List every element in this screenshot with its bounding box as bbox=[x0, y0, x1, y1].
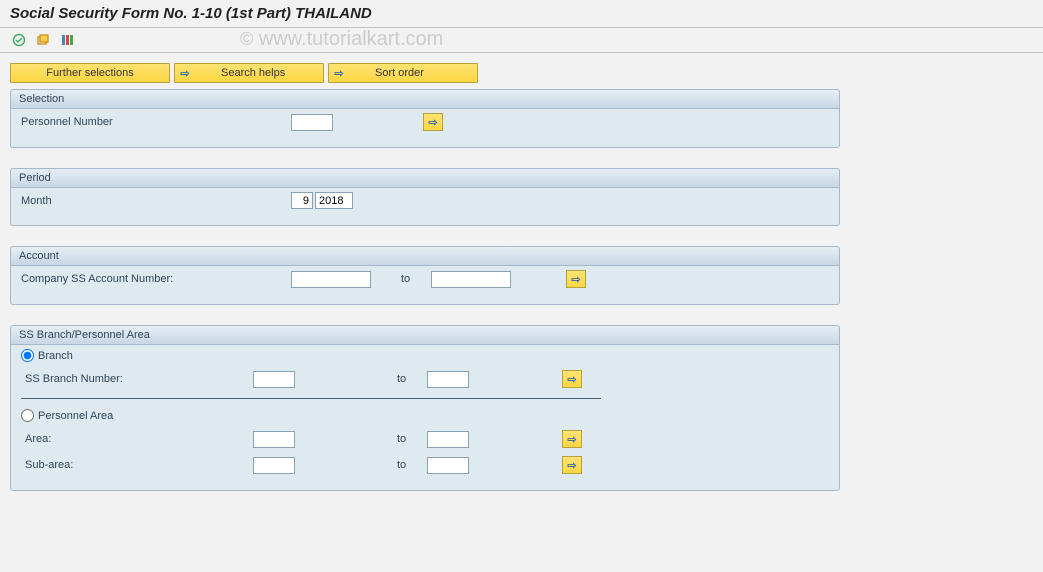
area-from-input[interactable] bbox=[253, 431, 295, 448]
group-ss-branch: SS Branch/Personnel Area Branch SS Branc… bbox=[10, 325, 840, 491]
area-label: Area: bbox=[21, 433, 231, 445]
subarea-label: Sub-area: bbox=[21, 459, 231, 471]
group-account: Account Company SS Account Number: to ⇨ bbox=[10, 246, 840, 305]
search-helps-button[interactable]: ⇨ Search helps bbox=[174, 63, 324, 83]
subarea-multi-button[interactable]: ⇨ bbox=[562, 456, 582, 474]
selection-icon[interactable] bbox=[58, 32, 76, 48]
page-title: Social Security Form No. 1-10 (1st Part)… bbox=[0, 0, 1043, 28]
group-ss-branch-title: SS Branch/Personnel Area bbox=[11, 326, 839, 345]
subarea-to-input[interactable] bbox=[427, 457, 469, 474]
ss-branch-to-input[interactable] bbox=[427, 371, 469, 388]
to-label: to bbox=[397, 433, 427, 445]
to-label: to bbox=[397, 459, 427, 471]
to-label: to bbox=[401, 273, 431, 285]
year-input[interactable] bbox=[315, 192, 353, 209]
arrow-right-icon: ⇨ bbox=[179, 67, 191, 80]
variant-icon[interactable] bbox=[34, 32, 52, 48]
month-label: Month bbox=[21, 195, 231, 207]
group-period-title: Period bbox=[11, 169, 839, 188]
arrow-right-icon: ⇨ bbox=[567, 459, 576, 472]
sort-order-label: Sort order bbox=[375, 67, 424, 79]
company-ss-label: Company SS Account Number: bbox=[21, 273, 231, 285]
app-toolbar bbox=[0, 28, 1043, 53]
month-input[interactable] bbox=[291, 192, 313, 209]
button-bar: Further selections ⇨ Search helps ⇨ Sort o… bbox=[10, 63, 1033, 83]
ss-branch-multi-button[interactable]: ⇨ bbox=[562, 370, 582, 388]
area-multi-button[interactable]: ⇨ bbox=[562, 430, 582, 448]
area-to-input[interactable] bbox=[427, 431, 469, 448]
divider bbox=[21, 398, 601, 399]
group-selection: Selection Personnel Number ⇨ bbox=[10, 89, 840, 148]
further-selections-button[interactable]: Further selections bbox=[10, 63, 170, 83]
company-ss-to-input[interactable] bbox=[431, 271, 511, 288]
ss-branch-number-label: SS Branch Number: bbox=[21, 373, 231, 385]
arrow-right-icon: ⇨ bbox=[333, 67, 345, 80]
branch-radio[interactable] bbox=[21, 349, 34, 362]
personnel-number-multi-button[interactable]: ⇨ bbox=[423, 113, 443, 131]
personnel-area-radio[interactable] bbox=[21, 409, 34, 422]
group-account-title: Account bbox=[11, 247, 839, 266]
ss-branch-from-input[interactable] bbox=[253, 371, 295, 388]
execute-icon[interactable] bbox=[10, 32, 28, 48]
arrow-right-icon: ⇨ bbox=[567, 433, 576, 446]
arrow-right-icon: ⇨ bbox=[571, 273, 580, 286]
personnel-number-label: Personnel Number bbox=[21, 116, 231, 128]
arrow-right-icon: ⇨ bbox=[428, 116, 437, 129]
to-label: to bbox=[397, 373, 427, 385]
company-ss-from-input[interactable] bbox=[291, 271, 371, 288]
search-helps-label: Search helps bbox=[221, 67, 285, 79]
sort-order-button[interactable]: ⇨ Sort order bbox=[328, 63, 478, 83]
subarea-from-input[interactable] bbox=[253, 457, 295, 474]
personnel-number-input[interactable] bbox=[291, 114, 333, 131]
content-area: Further selections ⇨ Search helps ⇨ Sort o… bbox=[0, 53, 1043, 521]
arrow-right-icon: ⇨ bbox=[567, 373, 576, 386]
company-ss-multi-button[interactable]: ⇨ bbox=[566, 270, 586, 288]
branch-radio-label: Branch bbox=[38, 350, 73, 362]
personnel-area-radio-label: Personnel Area bbox=[38, 410, 113, 422]
group-selection-title: Selection bbox=[11, 90, 839, 109]
group-period: Period Month bbox=[10, 168, 840, 226]
